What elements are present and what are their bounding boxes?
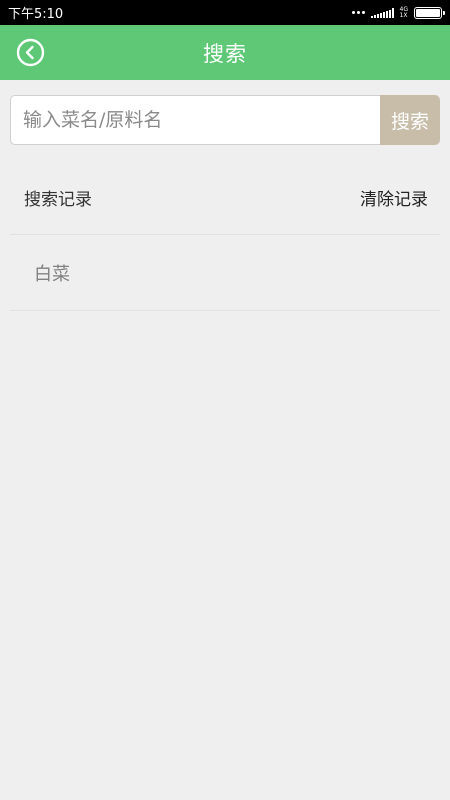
- history-title: 搜索记录: [24, 189, 92, 210]
- history-item-label: 白菜: [34, 263, 70, 285]
- search-bar: 搜索: [10, 95, 440, 145]
- more-dots-icon: [351, 11, 365, 14]
- status-time: 下午5:10: [8, 7, 64, 22]
- signal-icon: [370, 7, 394, 18]
- back-circle-icon: [16, 38, 45, 67]
- battery-icon: [414, 6, 445, 19]
- status-bar: 下午5:10 4G 1X: [0, 0, 450, 25]
- page-title: 搜索: [203, 41, 247, 66]
- history-item[interactable]: 白菜: [10, 235, 440, 311]
- search-button[interactable]: 搜索: [380, 95, 440, 145]
- back-button[interactable]: [16, 38, 45, 67]
- history-header: 搜索记录 清除记录: [10, 160, 440, 235]
- network-type: 4G 1X: [399, 6, 408, 19]
- history-list: 白菜: [10, 235, 440, 311]
- search-input[interactable]: [10, 95, 380, 145]
- header-bar: 搜索: [0, 25, 450, 80]
- status-icons: 4G 1X: [351, 0, 445, 25]
- network-type-bottom: 1X: [399, 11, 408, 19]
- clear-history-button[interactable]: 清除记录: [360, 185, 428, 210]
